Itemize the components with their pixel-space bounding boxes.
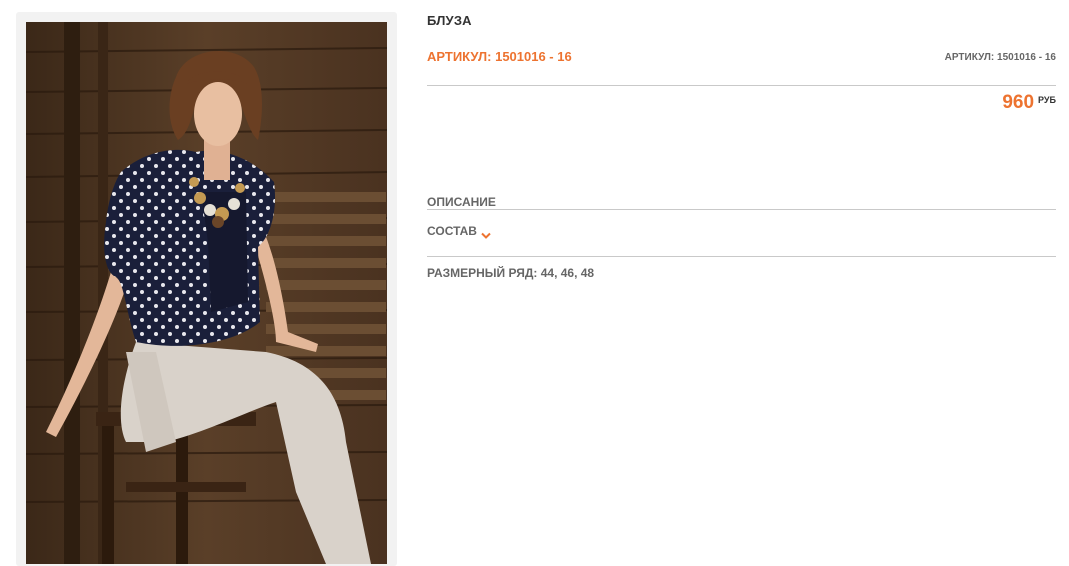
product-photo-illustration [26,22,387,564]
price-currency: РУБ [1038,95,1056,105]
product-title: БЛУЗА [427,13,472,28]
size-range: РАЗМЕРНЫЙ РЯД: 44, 46, 48 [427,266,595,280]
price-value: 960 [1002,92,1035,113]
product-price: 960 РУБ [1002,92,1056,114]
product-sku-secondary: АРТИКУЛ: 1501016 - 16 [944,52,1056,63]
product-info-panel: БЛУЗА АРТИКУЛ: 1501016 - 16 АРТИКУЛ: 150… [427,0,1056,566]
composition-label: СОСТАВ [427,224,477,238]
description-heading[interactable]: ОПИСАНИЕ [427,195,496,209]
divider [427,85,1056,86]
product-sku: АРТИКУЛ: 1501016 - 16 [427,49,572,64]
composition-toggle[interactable]: СОСТАВ [427,224,491,239]
chevron-down-icon [481,227,491,239]
divider [427,256,1056,257]
product-photo[interactable] [26,22,387,564]
divider [427,209,1056,210]
